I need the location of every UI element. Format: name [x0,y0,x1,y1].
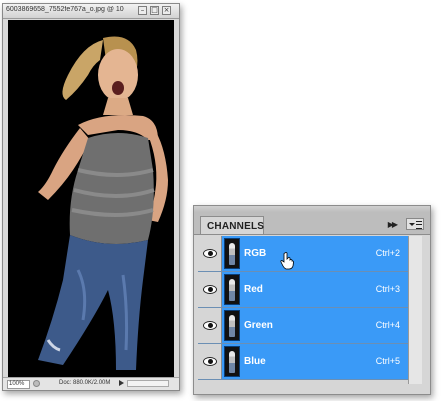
minimize-button[interactable]: – [138,6,147,15]
visibility-toggle[interactable] [198,344,222,379]
maximize-button[interactable]: □ [150,6,159,15]
zoom-field[interactable]: 100% [7,380,30,389]
tab-channels-label: CHANNELS [207,221,265,232]
channel-list: RGB Ctrl+2 Red Ctrl+3 Green Ctrl+4 Blue … [198,236,408,380]
channel-shortcut: Ctrl+3 [375,284,400,294]
channel-selection[interactable]: Blue Ctrl+5 [222,344,408,379]
channel-name: Red [244,284,263,295]
eye-icon [203,357,217,366]
channels-panel: CHANNELS ▶▶ RGB Ctrl+2 Red Ctrl+3 Green … [193,205,431,395]
channel-row-red[interactable]: Red Ctrl+3 [198,272,408,308]
channel-thumbnail [224,238,240,269]
channel-thumbnail [224,346,240,377]
horizontal-scrollbar[interactable] [127,380,169,387]
document-title: 6003869658_7552fe767a_o.jpg @ 100% (Laye… [6,6,124,13]
image-canvas[interactable] [8,20,174,378]
eye-icon [203,285,217,294]
close-button[interactable]: × [162,6,171,15]
channel-name: Blue [244,356,266,367]
vertical-scrollbar[interactable] [408,236,422,384]
status-info-icon[interactable] [33,380,40,387]
channel-thumbnail [224,274,240,305]
photo-image [8,20,174,378]
visibility-toggle[interactable] [198,236,222,271]
channel-row-green[interactable]: Green Ctrl+4 [198,308,408,344]
channel-shortcut: Ctrl+5 [375,356,400,366]
tab-channels[interactable]: CHANNELS [200,216,264,234]
hand-cursor-icon [280,252,294,270]
eye-icon [203,249,217,258]
status-menu-arrow-icon[interactable] [119,380,124,386]
double-arrow-icon[interactable]: ▶▶ [388,220,398,229]
document-status-bar: 100% Doc: 880.0K/2.00M [3,377,179,390]
channel-selection[interactable]: Red Ctrl+3 [222,272,408,307]
panel-header: CHANNELS ▶▶ [194,212,430,235]
channel-thumbnail [224,310,240,341]
channel-shortcut: Ctrl+2 [375,248,400,258]
eye-icon [203,321,217,330]
channel-selection[interactable]: Green Ctrl+4 [222,308,408,343]
document-window: 6003869658_7552fe767a_o.jpg @ 100% (Laye… [2,3,180,391]
panel-menu-icon[interactable] [406,218,424,230]
channel-shortcut: Ctrl+4 [375,320,400,330]
document-titlebar[interactable]: 6003869658_7552fe767a_o.jpg @ 100% (Laye… [3,4,179,19]
channel-name: Green [244,320,273,331]
document-size: Doc: 880.0K/2.00M [59,380,111,386]
visibility-toggle[interactable] [198,272,222,307]
channel-selection[interactable]: RGB Ctrl+2 [222,236,408,271]
channel-row-rgb[interactable]: RGB Ctrl+2 [198,236,408,272]
channel-row-blue[interactable]: Blue Ctrl+5 [198,344,408,380]
visibility-toggle[interactable] [198,308,222,343]
channel-name: RGB [244,248,267,259]
